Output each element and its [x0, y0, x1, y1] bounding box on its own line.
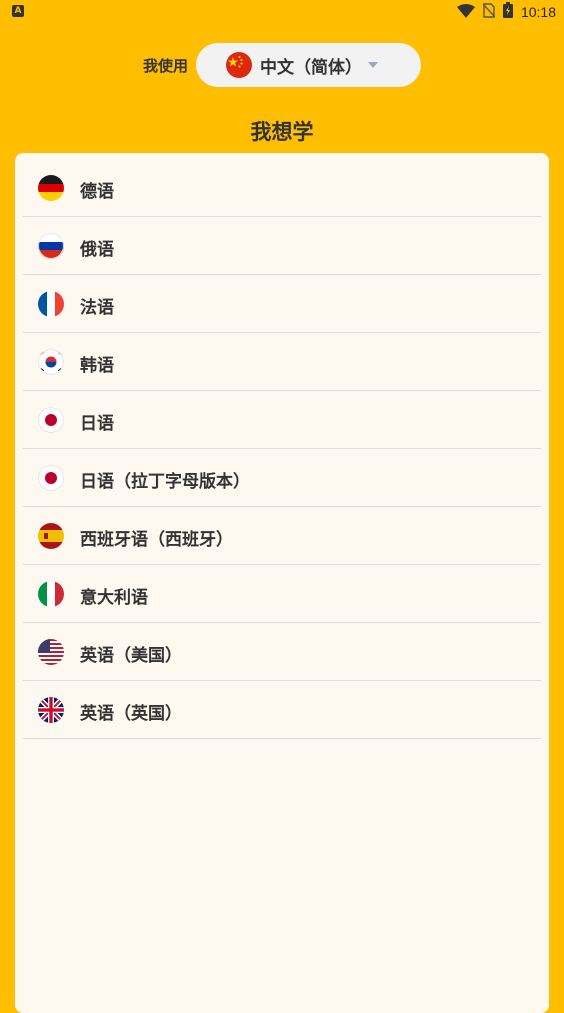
china-flag-icon: [226, 52, 252, 78]
usa-flag-icon: [38, 639, 64, 665]
list-item-label: 德语: [80, 182, 114, 202]
status-bar: A 10:18: [0, 0, 564, 24]
source-language-dropdown[interactable]: 中文（简体）: [196, 43, 421, 87]
list-item-french[interactable]: 法语: [23, 275, 541, 333]
list-item-label: 西班牙语（西班牙）: [80, 530, 233, 550]
source-language-label: 我使用: [143, 57, 189, 75]
list-item-label: 英语（美国）: [80, 646, 182, 666]
list-item-japanese-romaji[interactable]: 日语（拉丁字母版本）: [23, 449, 541, 507]
germany-flag-icon: [38, 175, 64, 201]
wifi-icon: [456, 3, 475, 22]
list-item-label: 俄语: [80, 240, 114, 260]
list-item-label: 日语（拉丁字母版本）: [80, 472, 250, 492]
list-item-russian[interactable]: 俄语: [23, 217, 541, 275]
south-korea-flag-icon: [38, 349, 64, 375]
list-item-italian[interactable]: 意大利语: [23, 565, 541, 623]
list-item-label: 意大利语: [80, 588, 148, 608]
list-item-german[interactable]: 德语: [23, 159, 541, 217]
list-item-label: 法语: [80, 298, 114, 318]
source-language-row: 我使用 中文（简体）: [0, 43, 564, 87]
list-item-english-uk[interactable]: 英语（英国）: [23, 681, 541, 739]
battery-charging-icon: [502, 2, 513, 22]
no-sim-icon: [482, 2, 496, 22]
status-icons: 10:18: [456, 2, 556, 22]
list-item-label: 日语: [80, 414, 114, 434]
chevron-down-icon: [368, 62, 378, 68]
notification-a-icon: A: [12, 5, 24, 17]
uk-flag-icon: [38, 697, 64, 723]
list-item-label: 英语（英国）: [80, 704, 182, 724]
list-item-spanish[interactable]: 西班牙语（西班牙）: [23, 507, 541, 565]
list-item-english-us[interactable]: 英语（美国）: [23, 623, 541, 681]
language-list: 德语 俄语 法语 韩语 日语 日语（拉丁字母版本） 西班牙语（西班牙） 意大利语…: [23, 159, 541, 739]
list-item-japanese[interactable]: 日语: [23, 391, 541, 449]
status-time: 10:18: [520, 4, 556, 20]
list-item-korean[interactable]: 韩语: [23, 333, 541, 391]
japan-flag-icon: [38, 465, 64, 491]
list-item-label: 韩语: [80, 356, 114, 376]
france-flag-icon: [38, 291, 64, 317]
source-language-value: 中文（简体）: [260, 58, 362, 78]
language-list-card: 德语 俄语 法语 韩语 日语 日语（拉丁字母版本） 西班牙语（西班牙） 意大利语…: [15, 153, 549, 1013]
page-title: 我想学: [250, 120, 314, 144]
russia-flag-icon: [38, 233, 64, 259]
japan-flag-icon: [38, 407, 64, 433]
spain-flag-icon: [38, 523, 64, 549]
italy-flag-icon: [38, 581, 64, 607]
